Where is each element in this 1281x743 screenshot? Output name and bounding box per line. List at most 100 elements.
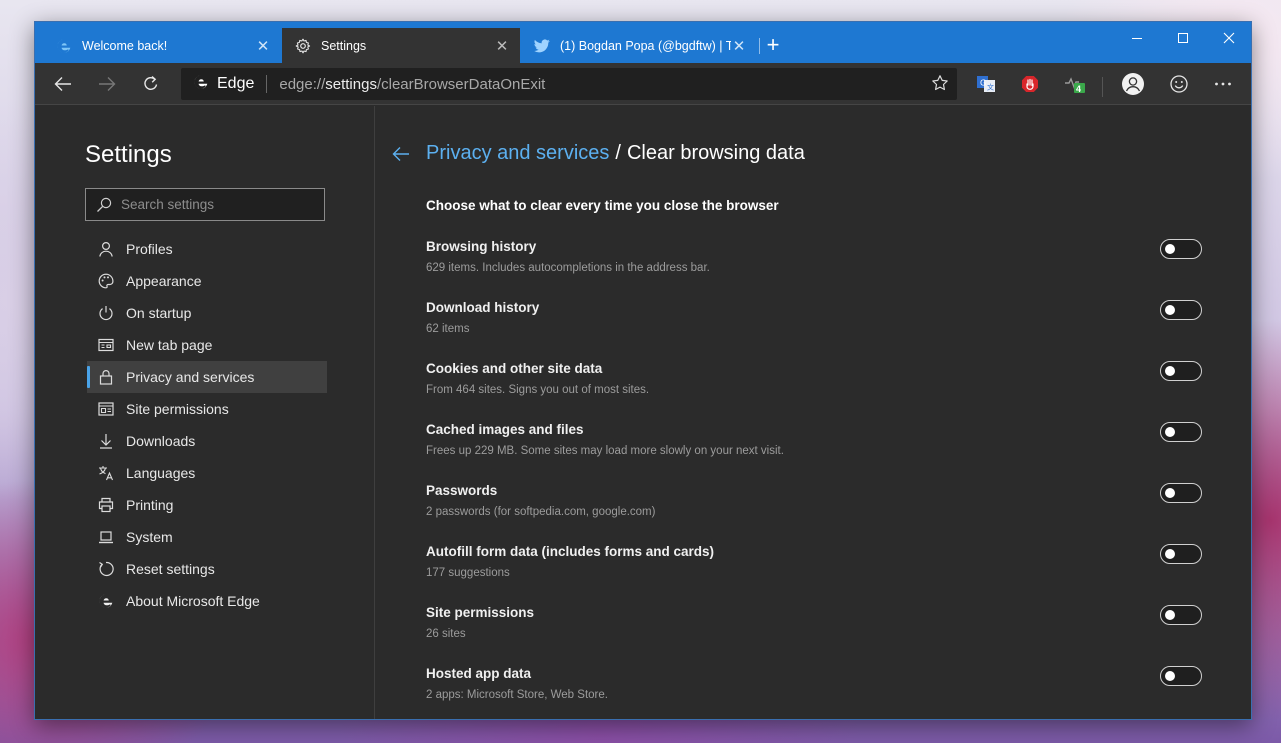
toggle-switch[interactable] — [1160, 361, 1202, 381]
option-title: Cookies and other site data — [426, 361, 603, 376]
sidebar-item-on-startup[interactable]: On startup — [87, 297, 327, 329]
option-description: 62 items — [426, 323, 470, 335]
sidebar-item-site-permissions[interactable]: Site permissions — [87, 393, 327, 425]
close-window-button[interactable] — [1206, 22, 1251, 54]
svg-text:文: 文 — [987, 83, 994, 92]
settings-content: Privacy and services / Clear browsing da… — [376, 106, 1251, 719]
close-icon[interactable]: ✕ — [731, 37, 747, 55]
option-browsing-history: Browsing history 629 items. Includes aut… — [426, 239, 1203, 300]
search-input[interactable] — [121, 197, 311, 212]
sidebar-item-about-microsoft-edge[interactable]: About Microsoft Edge — [87, 585, 327, 617]
sidebar-item-privacy-and-services[interactable]: Privacy and services — [87, 361, 327, 393]
ellipsis-icon — [1215, 82, 1231, 86]
toggle-switch[interactable] — [1160, 544, 1202, 564]
sidebar-item-appearance[interactable]: Appearance — [87, 265, 327, 297]
site-permissions-icon — [97, 400, 115, 418]
tab-divider — [759, 38, 760, 54]
section-heading: Choose what to clear every time you clos… — [426, 198, 779, 213]
tab-twitter[interactable]: (1) Bogdan Popa (@bgdftw) | Tw ✕ — [521, 28, 757, 63]
toggle-switch[interactable] — [1160, 422, 1202, 442]
address-divider — [266, 75, 268, 93]
option-description: Frees up 229 MB. Some sites may load mor… — [426, 445, 784, 457]
breadcrumb: Privacy and services / Clear browsing da… — [392, 142, 805, 165]
url-path: /clearBrowserDataOnExit — [376, 75, 546, 93]
sidebar-item-system[interactable]: System — [87, 521, 327, 553]
toggle-switch[interactable] — [1160, 605, 1202, 625]
forward-button[interactable] — [91, 68, 123, 100]
printer-icon — [97, 496, 115, 514]
adblock-extension-button[interactable] — [1014, 68, 1046, 100]
settings-sidebar: Settings Profiles Appearance On startup … — [35, 106, 375, 719]
twitter-icon — [533, 37, 551, 55]
translate-icon: G文 — [977, 76, 995, 92]
option-description: From 464 sites. Signs you out of most si… — [426, 384, 650, 396]
url-text[interactable]: edge://settings/clearBrowserDataOnExit — [279, 76, 545, 93]
option-title: Passwords — [426, 483, 498, 498]
maximize-button[interactable] — [1160, 22, 1206, 54]
arrow-right-icon — [99, 77, 116, 91]
reset-icon — [97, 560, 115, 578]
minimize-button[interactable] — [1114, 22, 1160, 54]
search-field[interactable] — [85, 188, 325, 221]
close-icon — [1223, 32, 1235, 44]
minimize-icon — [1132, 38, 1142, 39]
stats-extension-button[interactable]: 4 — [1060, 68, 1092, 100]
avatar-icon — [1122, 73, 1144, 95]
option-title: Browsing history — [426, 239, 537, 254]
sidebar-item-downloads[interactable]: Downloads — [87, 425, 327, 457]
toggle-switch[interactable] — [1160, 666, 1202, 686]
palette-icon — [97, 272, 115, 290]
browser-brand-label: Edge — [217, 75, 255, 92]
profile-button[interactable] — [1117, 68, 1149, 100]
refresh-button[interactable] — [135, 68, 167, 100]
option-autofill: Autofill form data (includes forms and c… — [426, 544, 1203, 605]
back-arrow-icon[interactable] — [392, 146, 410, 162]
toggle-switch[interactable] — [1160, 483, 1202, 503]
tab-settings[interactable]: Settings ✕ — [282, 28, 520, 63]
sidebar-item-languages[interactable]: Languages — [87, 457, 327, 489]
sidebar-item-label: Profiles — [126, 241, 173, 257]
option-description: 26 sites — [426, 628, 466, 640]
breadcrumb-link-privacy[interactable]: Privacy and services — [426, 142, 609, 165]
sidebar-item-new-tab-page[interactable]: New tab page — [87, 329, 327, 361]
close-icon[interactable]: ✕ — [255, 37, 271, 55]
sidebar-item-printing[interactable]: Printing — [87, 489, 327, 521]
breadcrumb-separator: / — [615, 142, 621, 164]
sidebar-item-label: Languages — [126, 465, 196, 481]
option-title: Autofill form data (includes forms and c… — [426, 544, 715, 559]
new-tab-button[interactable]: + — [763, 34, 783, 56]
option-site-permissions: Site permissions 26 sites — [426, 605, 1203, 666]
back-button[interactable] — [47, 68, 79, 100]
option-cached-images: Cached images and files Frees up 229 MB.… — [426, 422, 1203, 483]
settings-nav: Profiles Appearance On startup New tab p… — [87, 233, 327, 617]
toolbar-divider — [1102, 77, 1103, 97]
sidebar-item-label: System — [126, 529, 173, 545]
feedback-button[interactable] — [1163, 68, 1195, 100]
extension-badge: 4 — [1076, 84, 1082, 94]
tab-title: (1) Bogdan Popa (@bgdftw) | Tw — [560, 38, 731, 53]
edge-icon — [193, 74, 209, 95]
option-title: Cached images and files — [426, 422, 584, 437]
toggle-switch[interactable] — [1160, 300, 1202, 320]
option-description: 177 suggestions — [426, 567, 510, 579]
option-passwords: Passwords 2 passwords (for softpedia.com… — [426, 483, 1203, 544]
address-bar[interactable]: Edge edge://settings/clearBrowserDataOnE… — [181, 68, 957, 100]
more-menu-button[interactable] — [1207, 68, 1239, 100]
toolbar: Edge edge://settings/clearBrowserDataOnE… — [35, 63, 1251, 105]
tab-welcome[interactable]: Welcome back! ✕ — [43, 28, 281, 63]
favorite-star-icon[interactable] — [931, 74, 949, 97]
close-icon[interactable]: ✕ — [494, 37, 510, 55]
power-icon — [97, 304, 115, 322]
translator-extension-button[interactable]: G文 — [970, 68, 1002, 100]
sidebar-item-profiles[interactable]: Profiles — [87, 233, 327, 265]
edge-icon — [55, 37, 73, 55]
option-download-history: Download history 62 items — [426, 300, 1203, 361]
sidebar-item-reset-settings[interactable]: Reset settings — [87, 553, 327, 585]
toggle-switch[interactable] — [1160, 239, 1202, 259]
sidebar-item-label: Privacy and services — [126, 369, 255, 385]
option-title: Download history — [426, 300, 540, 315]
newtab-icon — [97, 336, 115, 354]
sidebar-item-label: Printing — [126, 497, 174, 513]
sidebar-item-label: About Microsoft Edge — [126, 593, 260, 609]
option-hosted-app-data: Hosted app data 2 apps: Microsoft Store,… — [426, 666, 1203, 719]
